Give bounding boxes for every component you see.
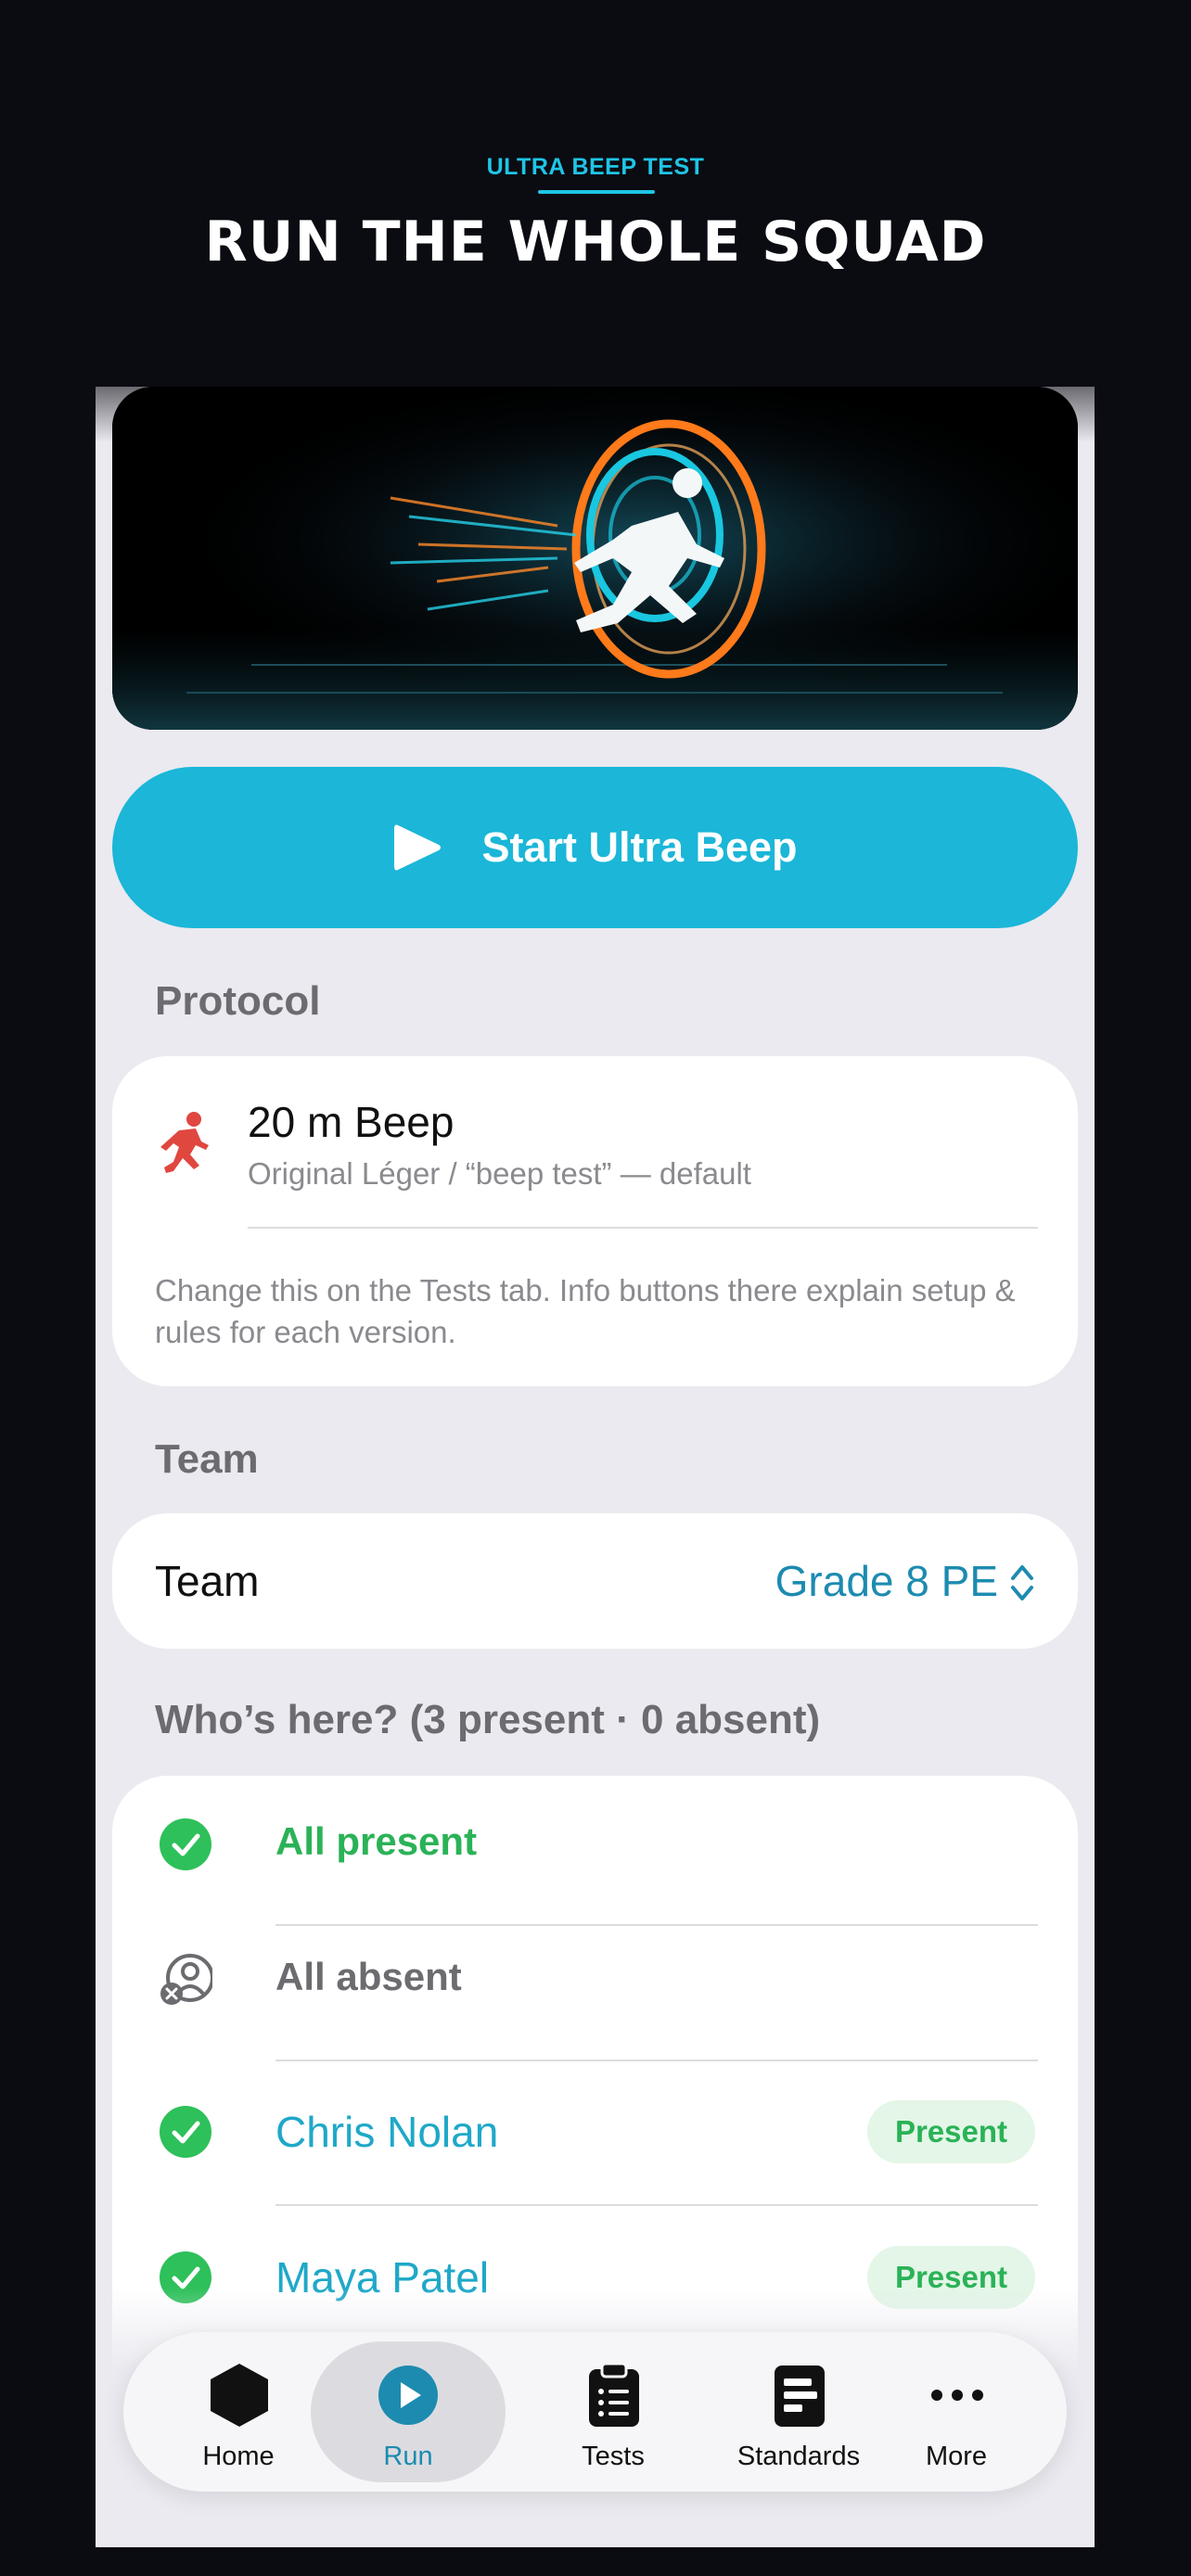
clipboard-icon: [589, 2362, 639, 2427]
person-x-icon: [160, 1954, 212, 2005]
all-absent-label: All absent: [275, 1955, 462, 1998]
start-button-label: Start Ultra Beep: [481, 823, 798, 871]
protocol-section-title: Protocol: [155, 978, 321, 1024]
team-section-title: Team: [155, 1436, 259, 1482]
tab-home-label: Home: [202, 2442, 275, 2471]
eyebrow-underline: [538, 190, 655, 194]
team-value[interactable]: Grade 8 PE: [775, 1556, 998, 1606]
team-label: Team: [155, 1557, 260, 1605]
document-icon: [775, 2366, 825, 2427]
all-absent-row[interactable]: All absent: [112, 1911, 1078, 2048]
tab-more-label: More: [925, 2442, 988, 2471]
app-screen: Start Ultra Beep Protocol 20 m Beep Orig…: [96, 387, 1095, 2547]
tab-bar: Home Run Tests Standards More: [123, 2332, 1067, 2492]
tab-tests-label: Tests: [582, 2442, 645, 2471]
protocol-note: Change this on the Tests tab. Info butto…: [155, 1273, 1016, 1349]
eyebrow-label: ULTRA BEEP TEST: [486, 154, 705, 180]
protocol-divider: [248, 1227, 1038, 1229]
tab-run-label: Run: [383, 2442, 433, 2471]
tab-tests[interactable]: Tests: [520, 2341, 706, 2482]
running-person-icon: [160, 1112, 209, 1173]
runner-portal-illustration: [112, 387, 1078, 730]
page-headline: RUN THE WHOLE SQUAD: [204, 210, 987, 274]
start-ultra-beep-button[interactable]: Start Ultra Beep: [112, 767, 1078, 928]
row-divider: [275, 2204, 1038, 2206]
tab-home[interactable]: Home: [146, 2341, 331, 2482]
play-icon: [394, 824, 442, 871]
protocol-name: 20 m Beep: [248, 1098, 455, 1146]
check-circle-icon: [160, 2106, 211, 2158]
student-row[interactable]: Chris Nolan Present: [112, 2063, 1078, 2200]
ellipsis-icon: [931, 2390, 983, 2401]
protocol-subtitle: Original Léger / “beep test” — default: [248, 1156, 751, 1191]
protocol-card[interactable]: 20 m Beep Original Léger / “beep test” —…: [112, 1056, 1078, 1386]
all-present-label: All present: [275, 1819, 478, 1863]
student-name: Chris Nolan: [275, 2108, 499, 2156]
play-circle-icon: [378, 2366, 438, 2425]
team-picker-row[interactable]: Team Grade 8 PE: [112, 1513, 1078, 1649]
hexagon-icon: [211, 2364, 268, 2427]
attendance-section-title: Who’s here? (3 present · 0 absent): [155, 1697, 821, 1742]
all-present-row[interactable]: All present: [112, 1776, 1078, 1913]
tab-more[interactable]: More: [864, 2341, 1049, 2482]
row-divider: [275, 2060, 1038, 2061]
hero-image: [112, 387, 1078, 730]
chevron-up-down-icon: [1011, 1565, 1033, 1600]
check-circle-icon: [160, 1818, 211, 1870]
status-badge[interactable]: Present: [866, 2100, 1035, 2163]
tab-run[interactable]: Run: [311, 2341, 506, 2482]
